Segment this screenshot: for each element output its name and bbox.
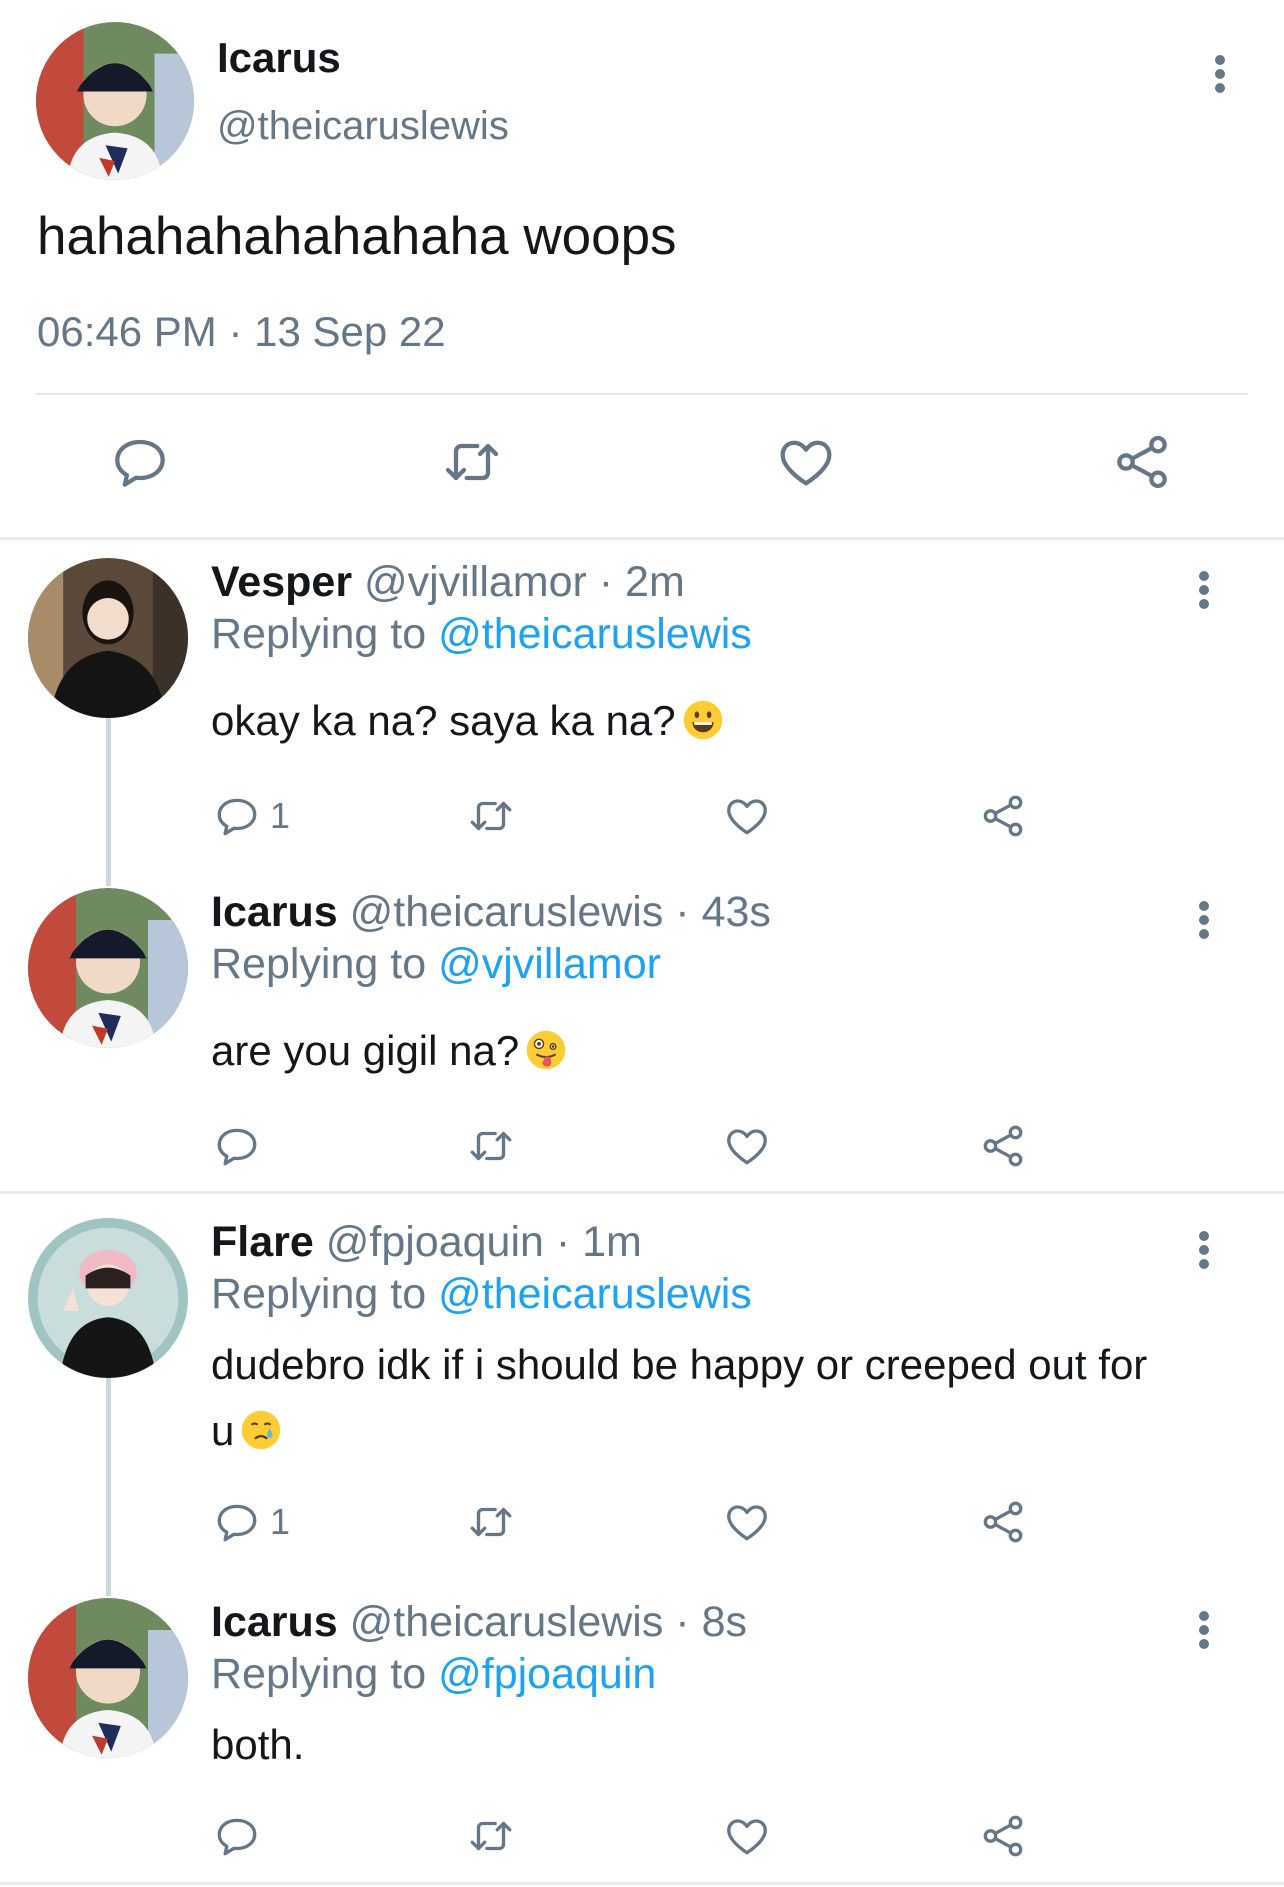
reply-icon: [217, 1128, 257, 1166]
replying-label: Replying to: [211, 940, 427, 988]
replying-to: Replying to @vjvillamor: [211, 940, 661, 989]
replying-to: Replying to @fpjoaquin: [211, 1650, 656, 1699]
avatar[interactable]: [36, 22, 194, 180]
reply-icon: [217, 798, 257, 836]
more-options-icon[interactable]: [1184, 1608, 1224, 1652]
more-options-icon[interactable]: [1184, 568, 1224, 612]
reply-count: 1: [270, 795, 291, 836]
replying-label: Replying to: [211, 1650, 427, 1698]
tweet-actions: [0, 430, 1284, 500]
tweet-text-content: dudebro idk if i should be happy or cree…: [211, 1341, 1148, 1454]
tweet-text: are you gigil na?: [211, 1018, 1211, 1084]
reply-icon: [217, 1504, 257, 1542]
retweet-icon[interactable]: [440, 430, 510, 500]
like-icon[interactable]: [722, 788, 772, 844]
share-icon[interactable]: [978, 1494, 1028, 1550]
reply-tweet[interactable]: Icarus @theicaruslewis · 43s Replying to…: [0, 888, 1284, 1178]
author-name[interactable]: Icarus: [217, 34, 341, 82]
retweet-icon[interactable]: [466, 1494, 516, 1550]
divider: [0, 537, 1284, 540]
reply-button[interactable]: 1: [212, 1494, 290, 1550]
avatar[interactable]: [28, 1598, 188, 1758]
tweet-timestamp[interactable]: 06:46 PM · 13 Sep 22: [37, 308, 446, 356]
avatar[interactable]: [28, 558, 188, 718]
share-icon[interactable]: [978, 788, 1028, 844]
tweet-actions: [0, 1808, 1284, 1864]
author-name[interactable]: Icarus: [211, 1598, 338, 1646]
tweet-actions: 1: [0, 788, 1284, 844]
divider: [0, 1882, 1284, 1885]
reply-button[interactable]: [212, 1808, 270, 1864]
author-handle-time[interactable]: @theicaruslewis · 43s: [350, 888, 771, 936]
more-options-icon[interactable]: [1184, 1228, 1224, 1272]
reply-tweet[interactable]: Icarus @theicaruslewis · 8s Replying to …: [0, 1598, 1284, 1887]
author-handle-time[interactable]: @theicaruslewis · 8s: [350, 1598, 747, 1646]
divider: [0, 1191, 1284, 1194]
replying-to: Replying to @theicaruslewis: [211, 1270, 752, 1319]
tweet-text: dudebro idk if i should be happy or cree…: [211, 1332, 1171, 1464]
retweet-icon[interactable]: [466, 1118, 516, 1174]
share-icon[interactable]: [1110, 430, 1180, 500]
replying-to: Replying to @theicaruslewis: [211, 610, 752, 659]
author-name[interactable]: Vesper: [211, 558, 352, 606]
author-name[interactable]: Flare: [211, 1218, 314, 1266]
like-icon[interactable]: [722, 1808, 772, 1864]
more-options-icon[interactable]: [1184, 898, 1224, 942]
author-name[interactable]: Icarus: [211, 888, 338, 936]
reply-icon: [217, 1818, 257, 1856]
reply-icon[interactable]: [108, 430, 178, 500]
mention-link[interactable]: @theicaruslewis: [438, 610, 752, 658]
reply-tweet[interactable]: Flare @fpjoaquin · 1m Replying to @theic…: [0, 1218, 1284, 1558]
tweet-text-content: are you gigil na?: [211, 1027, 520, 1074]
zany-face-emoji: [526, 1030, 566, 1070]
tweet-text-content: okay ka na? saya ka na?: [211, 697, 676, 744]
mention-link[interactable]: @fpjoaquin: [438, 1650, 656, 1698]
main-tweet: Icarus @theicaruslewis hahahahahahahaha …: [0, 0, 1284, 540]
reply-button[interactable]: 1: [212, 788, 290, 844]
like-icon[interactable]: [722, 1118, 772, 1174]
tweet-text: hahahahahahahaha woops: [37, 207, 677, 266]
reply-tweet[interactable]: Vesper @vjvillamor · 2m Replying to @the…: [0, 558, 1284, 848]
divider: [36, 393, 1248, 395]
retweet-icon[interactable]: [466, 1808, 516, 1864]
grinning-face-emoji: [683, 700, 722, 740]
author-handle[interactable]: @theicaruslewis: [217, 104, 509, 149]
tweet-text: both.: [211, 1721, 305, 1768]
like-icon[interactable]: [774, 430, 844, 500]
like-icon[interactable]: [722, 1494, 772, 1550]
mention-link[interactable]: @vjvillamor: [438, 940, 661, 988]
tweet-text: okay ka na? saya ka na?: [211, 688, 1211, 754]
avatar[interactable]: [28, 1218, 188, 1378]
tweet-actions: [0, 1118, 1284, 1174]
author-handle-time[interactable]: @vjvillamor · 2m: [364, 558, 685, 606]
avatar[interactable]: [28, 888, 188, 1048]
share-icon[interactable]: [978, 1808, 1028, 1864]
reply-count: 1: [270, 1501, 291, 1542]
replying-label: Replying to: [211, 1270, 427, 1318]
tweet-thread-page: Icarus @theicaruslewis hahahahahahahaha …: [0, 0, 1284, 1887]
replying-label: Replying to: [211, 610, 427, 658]
retweet-icon[interactable]: [466, 788, 516, 844]
crying-face-emoji: [242, 1410, 281, 1450]
mention-link[interactable]: @theicaruslewis: [438, 1270, 752, 1318]
share-icon[interactable]: [978, 1118, 1028, 1174]
tweet-actions: 1: [0, 1494, 1284, 1550]
author-handle-time[interactable]: @fpjoaquin · 1m: [326, 1218, 642, 1266]
more-options-icon[interactable]: [1200, 52, 1240, 96]
reply-button[interactable]: [212, 1118, 270, 1174]
